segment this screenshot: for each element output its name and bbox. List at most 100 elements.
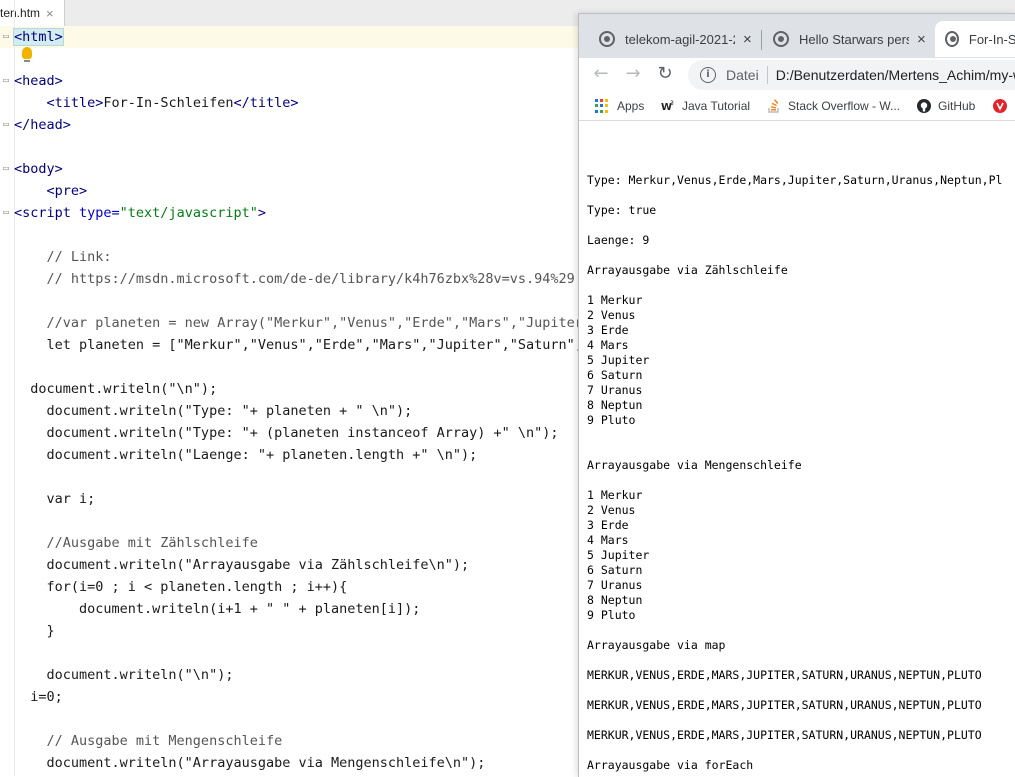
code-editor[interactable]: <html> ▭ <head> ▭ <title>For-In-Schleifen</… <box>0 26 580 776</box>
forward-arrow-icon[interactable]: → <box>621 62 645 86</box>
globe-icon <box>773 31 789 47</box>
info-icon[interactable]: i <box>700 67 716 83</box>
fold-marker-icon[interactable]: ▭ <box>3 119 9 130</box>
code-line: document.writeln("Arrayausgabe via Menge… <box>14 752 486 774</box>
code-token: "text/javascript" <box>119 205 258 221</box>
close-icon[interactable]: × <box>46 6 54 21</box>
output-line: 3 Erde <box>587 518 629 532</box>
output-line: 2 Venus <box>587 503 636 517</box>
address-url[interactable]: D:/Benutzerdaten/Mertens_Achim/my-w <box>776 67 1015 83</box>
code-line: //var planeten = new Array("Merkur","Ven… <box>14 312 581 334</box>
bookmark-java-tutorial[interactable]: W 3 Java Tutorial <box>661 96 750 116</box>
code-line: var i; <box>14 488 96 510</box>
code-line: </head> <box>14 114 71 136</box>
svg-text:3: 3 <box>670 100 674 107</box>
bookmark-label: Stack Overflow - W... <box>788 99 901 113</box>
output-line: Type: true <box>587 203 657 217</box>
bookmark-apps[interactable]: Apps <box>595 96 644 116</box>
code-token: } <box>14 623 55 639</box>
code-token: type= <box>79 205 120 221</box>
stackoverflow-icon <box>768 99 779 113</box>
bookmark-label: GitHub <box>938 99 976 113</box>
code-line: document.writeln("Laenge: "+ planeten.le… <box>14 444 478 466</box>
browser-window: telekom-agil-2021-2 × Hello Starwars per… <box>578 13 1015 777</box>
code-line: <pre> <box>14 180 88 202</box>
output-line: Laenge: 9 <box>587 233 650 247</box>
code-token: // Ausgabe mit Mengenschleife <box>14 733 283 749</box>
code-token: </title> <box>233 95 299 111</box>
bookmark-label: Apps <box>617 99 645 113</box>
fold-marker-icon[interactable]: ▭ <box>3 31 9 42</box>
browser-tab-title: Hello Starwars perso <box>799 31 909 47</box>
code-line: <title>For-In-Schleifen</title> <box>14 92 299 114</box>
fold-marker-icon[interactable]: ▭ <box>3 163 9 174</box>
code-line: document.writeln("\n"); <box>14 378 217 400</box>
back-arrow-icon[interactable]: ← <box>589 62 613 86</box>
apps-grid-icon <box>595 99 609 113</box>
code-token: document.writeln("Arrayausgabe via Zähls… <box>14 557 470 573</box>
fold-marker-icon[interactable]: ▭ <box>3 207 9 218</box>
code-token: document.writeln("Laenge: "+ planeten.le… <box>14 447 478 463</box>
code-token: For-In-Schleifen <box>103 95 234 111</box>
code-token: <body> <box>14 161 63 177</box>
code-line: <head> <box>14 70 63 92</box>
address-bar[interactable]: i Datei D:/Benutzerdaten/Mertens_Achim/m… <box>688 60 1015 90</box>
code-line: let planeten = ["Merkur","Venus","Erde",… <box>14 334 581 356</box>
bookmark-label: Java Tutorial <box>682 99 751 113</box>
code-token: document.writeln("Type: "+ planeten + " … <box>14 403 413 419</box>
code-token: document.writeln("\n"); <box>14 381 218 397</box>
code-token: //var planeten = new Array("Merkur","Ven… <box>46 315 581 331</box>
code-line: <html> <box>13 26 64 48</box>
output-line: Arrayausgabe via map <box>587 638 726 652</box>
code-token: <title> <box>46 95 104 111</box>
code-line: document.writeln(i+1 + " " + planeten[i]… <box>14 598 420 620</box>
output-line: 7 Uranus <box>587 383 643 397</box>
output-line: 4 Mars <box>587 533 629 547</box>
browser-tab-title: telekom-agil-2021-2 <box>625 31 735 47</box>
output-line: 5 Jupiter <box>587 353 650 367</box>
editor-tab-file[interactable]: ten.htm × <box>0 0 65 26</box>
code-token: <script <box>14 205 80 221</box>
globe-icon <box>599 31 615 47</box>
output-line: Arrayausgabe via forEach <box>587 758 754 772</box>
output-line: 8 Neptun <box>587 593 643 607</box>
w3schools-icon: W 3 <box>661 100 674 113</box>
reload-icon[interactable]: ↻ <box>653 62 677 86</box>
output-line: 3 Erde <box>587 323 629 337</box>
code-line: document.writeln("Arrayausgabe via Zähls… <box>14 554 470 576</box>
fold-marker-icon[interactable]: ▭ <box>3 75 9 86</box>
bookmarks-bar: Apps W 3 Java Tutorial Stack Overflow - … <box>579 92 1015 121</box>
code-line: document.writeln("Type: "+ (planeten ins… <box>14 422 559 444</box>
browser-tab-active[interactable]: For-In-Schleifen <box>935 21 1015 57</box>
code-token: var i; <box>14 491 96 507</box>
code-token: i=0; <box>14 689 63 705</box>
code-token: document.writeln("\n"); <box>14 667 234 683</box>
code-token: //Ausgabe mit Zählschleife <box>14 535 258 551</box>
output-line: 1 Merkur <box>587 488 643 502</box>
globe-icon <box>945 31 959 47</box>
browser-tab-1[interactable]: telekom-agil-2021-2 × <box>599 21 759 57</box>
code-line: <script type="text/javascript"> <box>14 202 266 224</box>
address-scheme: Datei <box>726 67 759 83</box>
output-line: Type: Merkur,Venus,Erde,Mars,Jupiter,Sat… <box>587 173 1003 187</box>
output-line: 9 Pluto <box>587 608 636 622</box>
code-line: //Ausgabe mit Zählschleife <box>14 532 258 554</box>
code-token: document.writeln("Type: "+ (planeten ins… <box>14 425 559 441</box>
bookmark-stack-overflow[interactable]: Stack Overflow - W... <box>767 96 900 116</box>
editor-tab-label: ten.htm <box>0 6 41 20</box>
code-line: // Link: <box>14 246 112 268</box>
code-token: // https://msdn.microsoft.com/de-de/libr… <box>14 271 581 287</box>
code-token: > <box>257 205 266 221</box>
code-token: // Link: <box>14 249 112 265</box>
output-line: Arrayausgabe via Mengenschleife <box>587 458 802 472</box>
code-token: <head> <box>14 73 63 89</box>
browser-tab-2[interactable]: Hello Starwars perso × <box>773 21 938 57</box>
bookmark-github[interactable]: GitHub <box>917 96 975 116</box>
tab-close-icon[interactable]: × <box>743 31 752 48</box>
code-line: document.writeln("\n"); <box>14 664 234 686</box>
page-content: Type: Merkur,Venus,Erde,Mars,Jupiter,Sat… <box>579 121 1015 777</box>
tab-close-icon[interactable]: × <box>917 31 926 48</box>
output-line: MERKUR,VENUS,ERDE,MARS,JUPITER,SATURN,UR… <box>587 698 982 712</box>
bookmark-other[interactable] <box>993 96 1014 116</box>
